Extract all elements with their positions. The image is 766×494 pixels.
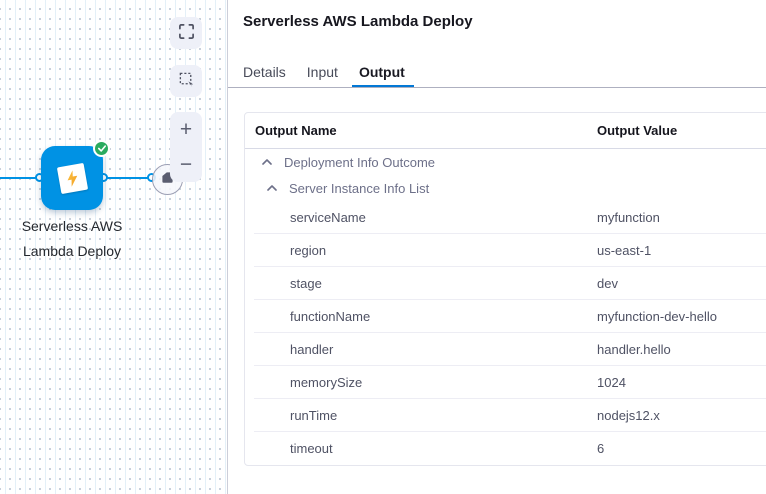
tabs-divider (228, 87, 766, 88)
output-name: memorySize (245, 375, 597, 390)
marquee-select-icon (178, 71, 195, 91)
output-name: region (245, 243, 597, 258)
table-row: handler handler.hello (245, 333, 766, 366)
column-output-value: Output Value (597, 123, 766, 138)
zoom-out-button[interactable]: − (170, 147, 202, 182)
output-name: functionName (245, 309, 597, 324)
table-header: Output Name Output Value (245, 113, 766, 149)
tab-bar: Details Input Output (243, 55, 405, 88)
edge-line (103, 177, 153, 179)
table-row: timeout 6 (245, 432, 766, 465)
output-value: nodejs12.x (597, 408, 766, 423)
output-name: stage (245, 276, 597, 291)
table-row: functionName myfunction-dev-hello (245, 300, 766, 333)
success-badge-icon (93, 140, 110, 157)
chevron-up-icon[interactable] (262, 159, 272, 165)
output-name: handler (245, 342, 597, 357)
output-value: myfunction (597, 210, 766, 225)
column-output-name: Output Name (245, 123, 597, 138)
table-row: memorySize 1024 (245, 366, 766, 399)
output-value: 1024 (597, 375, 766, 390)
output-value: us-east-1 (597, 243, 766, 258)
table-row: runTime nodejs12.x (245, 399, 766, 432)
group-label: Deployment Info Outcome (284, 155, 435, 170)
output-value: handler.hello (597, 342, 766, 357)
table-row: region us-east-1 (245, 234, 766, 267)
group-row-server-instance-info[interactable]: Server Instance Info List (245, 175, 766, 201)
lambda-step-node[interactable] (41, 146, 103, 210)
table-row: serviceName myfunction (245, 201, 766, 234)
group-label: Server Instance Info List (289, 181, 429, 196)
output-value: dev (597, 276, 766, 291)
pipeline-canvas[interactable]: Serverless AWS Lambda Deploy + − (0, 0, 227, 494)
step-details-panel: Serverless AWS Lambda Deploy Details Inp… (228, 0, 766, 494)
group-row-deployment-info[interactable]: Deployment Info Outcome (245, 149, 766, 175)
fullscreen-button[interactable] (170, 17, 202, 49)
output-name: runTime (245, 408, 597, 423)
aws-lambda-icon (56, 162, 87, 193)
output-table: Output Name Output Value Deployment Info… (244, 112, 766, 466)
tab-output[interactable]: Output (359, 55, 405, 88)
zoom-controls: + − (170, 112, 202, 182)
output-name: timeout (245, 441, 597, 456)
tab-details[interactable]: Details (243, 55, 286, 88)
chevron-up-icon[interactable] (267, 185, 277, 191)
zoom-in-button[interactable]: + (170, 112, 202, 147)
output-value: 6 (597, 441, 766, 456)
node-label: Serverless AWS Lambda Deploy (2, 214, 142, 264)
fullscreen-icon (178, 23, 195, 43)
page-title: Serverless AWS Lambda Deploy (243, 13, 473, 30)
output-value: myfunction-dev-hello (597, 309, 766, 324)
tab-input[interactable]: Input (307, 55, 338, 88)
marquee-select-button[interactable] (170, 65, 202, 97)
output-name: serviceName (245, 210, 597, 225)
table-row: stage dev (245, 267, 766, 300)
